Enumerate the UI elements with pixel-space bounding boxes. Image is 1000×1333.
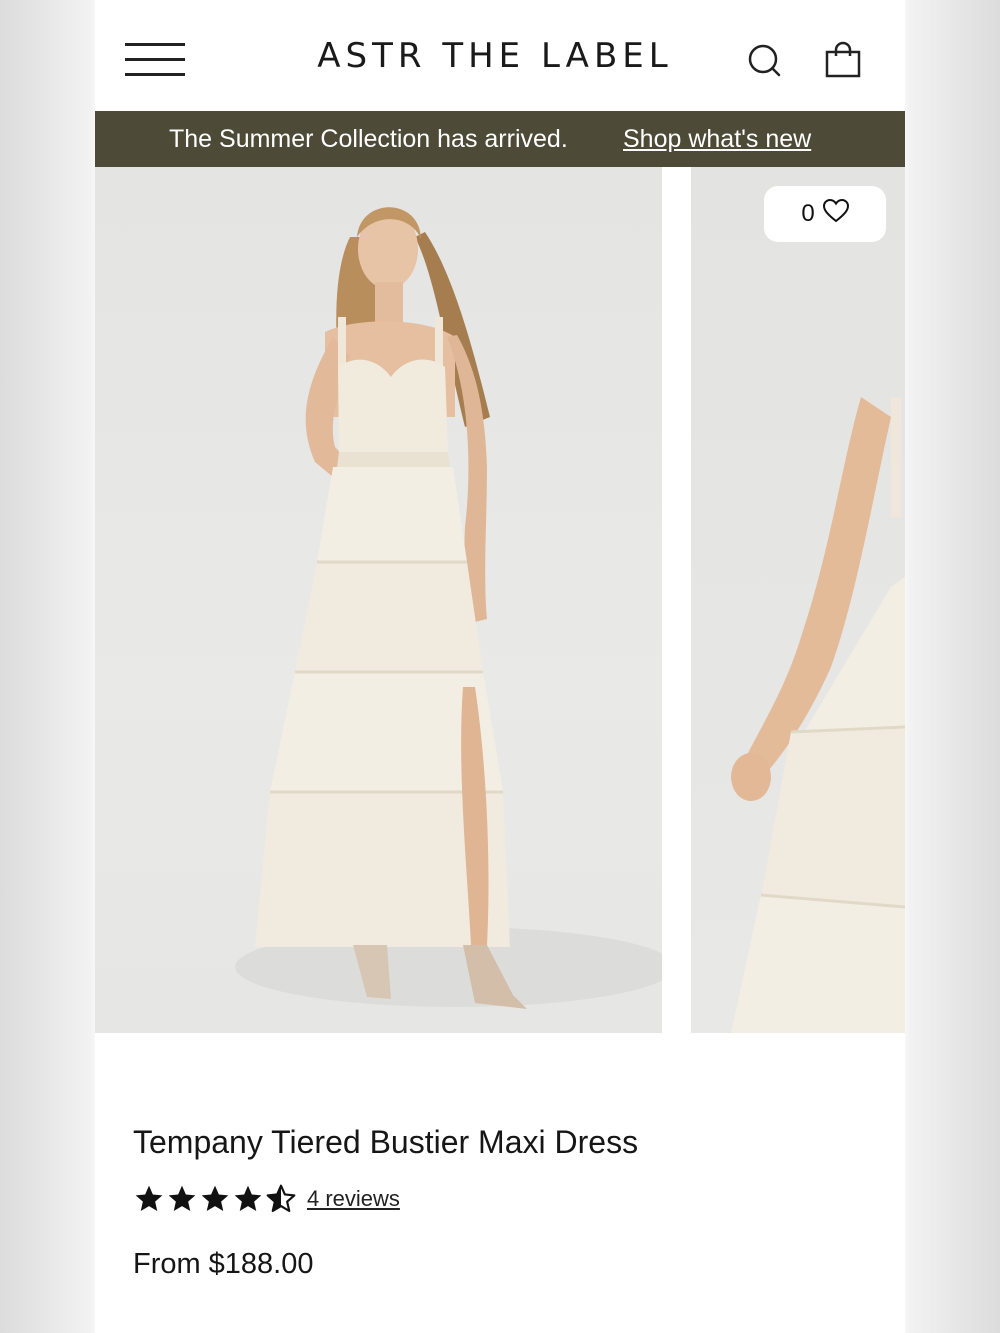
product-rating: 4 reviews bbox=[133, 1182, 400, 1216]
star-icon bbox=[168, 1185, 196, 1211]
announcement-bar: The Summer Collection has arrived. Shop … bbox=[95, 111, 905, 167]
announcement-message: The Summer Collection has arrived. bbox=[169, 125, 568, 153]
shop-whats-new-link[interactable]: Shop what's new bbox=[623, 125, 811, 154]
star-rating bbox=[133, 1183, 297, 1215]
price-amount: $188.00 bbox=[208, 1248, 314, 1280]
product-title: Tempany Tiered Bustier Maxi Dress bbox=[133, 1124, 639, 1160]
star-icon bbox=[234, 1185, 262, 1211]
star-icon bbox=[201, 1185, 229, 1211]
hamburger-menu-icon[interactable] bbox=[125, 43, 185, 77]
mobile-screen: ASTR THE LABEL The Summer Collection has… bbox=[95, 0, 905, 1333]
product-image-side[interactable] bbox=[691, 167, 905, 1033]
price-prefix: From bbox=[133, 1248, 201, 1280]
half-star-icon bbox=[266, 1184, 296, 1213]
heart-icon bbox=[822, 198, 849, 230]
product-price: From $188.00 bbox=[133, 1248, 314, 1281]
product-image-front[interactable] bbox=[95, 167, 662, 1033]
brand-logo[interactable]: ASTR THE LABEL bbox=[285, 36, 705, 76]
star-icon bbox=[135, 1185, 163, 1211]
site-header: ASTR THE LABEL bbox=[95, 0, 905, 111]
reviews-link[interactable]: 4 reviews bbox=[307, 1186, 400, 1212]
wishlist-button[interactable]: 0 bbox=[764, 186, 886, 242]
search-icon[interactable] bbox=[745, 40, 785, 80]
product-gallery[interactable]: 0 bbox=[95, 167, 905, 1033]
wishlist-count: 0 bbox=[801, 200, 815, 227]
shopping-bag-icon[interactable] bbox=[823, 40, 863, 80]
